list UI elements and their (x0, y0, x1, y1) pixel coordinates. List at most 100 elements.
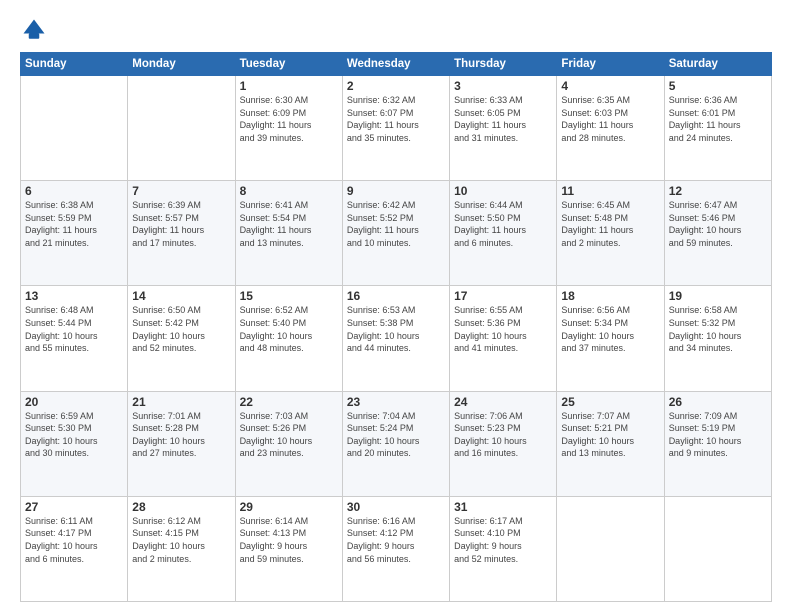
day-info: Sunrise: 6:53 AM Sunset: 5:38 PM Dayligh… (347, 304, 445, 354)
day-info: Sunrise: 6:32 AM Sunset: 6:07 PM Dayligh… (347, 94, 445, 144)
weekday-header-friday: Friday (557, 53, 664, 76)
day-info: Sunrise: 6:56 AM Sunset: 5:34 PM Dayligh… (561, 304, 659, 354)
day-info: Sunrise: 6:38 AM Sunset: 5:59 PM Dayligh… (25, 199, 123, 249)
weekday-header-wednesday: Wednesday (342, 53, 449, 76)
day-info: Sunrise: 7:09 AM Sunset: 5:19 PM Dayligh… (669, 410, 767, 460)
calendar-cell: 18Sunrise: 6:56 AM Sunset: 5:34 PM Dayli… (557, 286, 664, 391)
day-info: Sunrise: 6:41 AM Sunset: 5:54 PM Dayligh… (240, 199, 338, 249)
calendar-cell: 9Sunrise: 6:42 AM Sunset: 5:52 PM Daylig… (342, 181, 449, 286)
day-info: Sunrise: 6:58 AM Sunset: 5:32 PM Dayligh… (669, 304, 767, 354)
day-info: Sunrise: 6:14 AM Sunset: 4:13 PM Dayligh… (240, 515, 338, 565)
weekday-header-tuesday: Tuesday (235, 53, 342, 76)
calendar-cell: 2Sunrise: 6:32 AM Sunset: 6:07 PM Daylig… (342, 76, 449, 181)
day-info: Sunrise: 6:16 AM Sunset: 4:12 PM Dayligh… (347, 515, 445, 565)
header (20, 16, 772, 44)
calendar-table: SundayMondayTuesdayWednesdayThursdayFrid… (20, 52, 772, 602)
day-number: 22 (240, 395, 338, 409)
calendar-cell: 22Sunrise: 7:03 AM Sunset: 5:26 PM Dayli… (235, 391, 342, 496)
calendar-cell: 31Sunrise: 6:17 AM Sunset: 4:10 PM Dayli… (450, 496, 557, 601)
day-info: Sunrise: 7:07 AM Sunset: 5:21 PM Dayligh… (561, 410, 659, 460)
day-info: Sunrise: 6:50 AM Sunset: 5:42 PM Dayligh… (132, 304, 230, 354)
day-info: Sunrise: 7:04 AM Sunset: 5:24 PM Dayligh… (347, 410, 445, 460)
calendar-cell: 21Sunrise: 7:01 AM Sunset: 5:28 PM Dayli… (128, 391, 235, 496)
calendar-cell: 24Sunrise: 7:06 AM Sunset: 5:23 PM Dayli… (450, 391, 557, 496)
day-number: 15 (240, 289, 338, 303)
day-number: 14 (132, 289, 230, 303)
calendar-cell: 7Sunrise: 6:39 AM Sunset: 5:57 PM Daylig… (128, 181, 235, 286)
logo (20, 16, 52, 44)
day-info: Sunrise: 6:59 AM Sunset: 5:30 PM Dayligh… (25, 410, 123, 460)
day-number: 29 (240, 500, 338, 514)
day-info: Sunrise: 6:48 AM Sunset: 5:44 PM Dayligh… (25, 304, 123, 354)
calendar-cell: 15Sunrise: 6:52 AM Sunset: 5:40 PM Dayli… (235, 286, 342, 391)
day-number: 26 (669, 395, 767, 409)
day-info: Sunrise: 6:35 AM Sunset: 6:03 PM Dayligh… (561, 94, 659, 144)
calendar-cell: 4Sunrise: 6:35 AM Sunset: 6:03 PM Daylig… (557, 76, 664, 181)
day-info: Sunrise: 6:52 AM Sunset: 5:40 PM Dayligh… (240, 304, 338, 354)
calendar-cell: 27Sunrise: 6:11 AM Sunset: 4:17 PM Dayli… (21, 496, 128, 601)
week-row-3: 13Sunrise: 6:48 AM Sunset: 5:44 PM Dayli… (21, 286, 772, 391)
week-row-5: 27Sunrise: 6:11 AM Sunset: 4:17 PM Dayli… (21, 496, 772, 601)
weekday-header-thursday: Thursday (450, 53, 557, 76)
calendar-cell: 16Sunrise: 6:53 AM Sunset: 5:38 PM Dayli… (342, 286, 449, 391)
day-info: Sunrise: 6:30 AM Sunset: 6:09 PM Dayligh… (240, 94, 338, 144)
day-number: 1 (240, 79, 338, 93)
calendar-cell: 19Sunrise: 6:58 AM Sunset: 5:32 PM Dayli… (664, 286, 771, 391)
calendar-cell: 25Sunrise: 7:07 AM Sunset: 5:21 PM Dayli… (557, 391, 664, 496)
day-number: 20 (25, 395, 123, 409)
day-info: Sunrise: 7:01 AM Sunset: 5:28 PM Dayligh… (132, 410, 230, 460)
calendar-cell: 3Sunrise: 6:33 AM Sunset: 6:05 PM Daylig… (450, 76, 557, 181)
calendar-cell: 26Sunrise: 7:09 AM Sunset: 5:19 PM Dayli… (664, 391, 771, 496)
day-info: Sunrise: 7:06 AM Sunset: 5:23 PM Dayligh… (454, 410, 552, 460)
day-number: 28 (132, 500, 230, 514)
calendar-cell: 8Sunrise: 6:41 AM Sunset: 5:54 PM Daylig… (235, 181, 342, 286)
logo-icon (20, 16, 48, 44)
day-number: 6 (25, 184, 123, 198)
calendar-cell (21, 76, 128, 181)
day-number: 5 (669, 79, 767, 93)
day-info: Sunrise: 6:44 AM Sunset: 5:50 PM Dayligh… (454, 199, 552, 249)
day-number: 16 (347, 289, 445, 303)
calendar-cell: 11Sunrise: 6:45 AM Sunset: 5:48 PM Dayli… (557, 181, 664, 286)
week-row-1: 1Sunrise: 6:30 AM Sunset: 6:09 PM Daylig… (21, 76, 772, 181)
calendar-cell: 29Sunrise: 6:14 AM Sunset: 4:13 PM Dayli… (235, 496, 342, 601)
day-number: 11 (561, 184, 659, 198)
weekday-header-saturday: Saturday (664, 53, 771, 76)
day-info: Sunrise: 6:45 AM Sunset: 5:48 PM Dayligh… (561, 199, 659, 249)
day-info: Sunrise: 6:17 AM Sunset: 4:10 PM Dayligh… (454, 515, 552, 565)
day-number: 10 (454, 184, 552, 198)
day-number: 13 (25, 289, 123, 303)
day-info: Sunrise: 6:42 AM Sunset: 5:52 PM Dayligh… (347, 199, 445, 249)
day-info: Sunrise: 6:55 AM Sunset: 5:36 PM Dayligh… (454, 304, 552, 354)
day-number: 4 (561, 79, 659, 93)
weekday-header-monday: Monday (128, 53, 235, 76)
calendar-cell (664, 496, 771, 601)
calendar-cell (557, 496, 664, 601)
day-number: 12 (669, 184, 767, 198)
day-number: 9 (347, 184, 445, 198)
calendar-cell: 14Sunrise: 6:50 AM Sunset: 5:42 PM Dayli… (128, 286, 235, 391)
weekday-header-row: SundayMondayTuesdayWednesdayThursdayFrid… (21, 53, 772, 76)
day-number: 19 (669, 289, 767, 303)
day-info: Sunrise: 6:39 AM Sunset: 5:57 PM Dayligh… (132, 199, 230, 249)
day-number: 27 (25, 500, 123, 514)
page: SundayMondayTuesdayWednesdayThursdayFrid… (0, 0, 792, 612)
day-number: 7 (132, 184, 230, 198)
week-row-2: 6Sunrise: 6:38 AM Sunset: 5:59 PM Daylig… (21, 181, 772, 286)
day-number: 3 (454, 79, 552, 93)
calendar-cell: 23Sunrise: 7:04 AM Sunset: 5:24 PM Dayli… (342, 391, 449, 496)
calendar-cell: 20Sunrise: 6:59 AM Sunset: 5:30 PM Dayli… (21, 391, 128, 496)
calendar-cell: 6Sunrise: 6:38 AM Sunset: 5:59 PM Daylig… (21, 181, 128, 286)
day-info: Sunrise: 7:03 AM Sunset: 5:26 PM Dayligh… (240, 410, 338, 460)
day-info: Sunrise: 6:47 AM Sunset: 5:46 PM Dayligh… (669, 199, 767, 249)
day-number: 17 (454, 289, 552, 303)
day-number: 30 (347, 500, 445, 514)
calendar-cell: 17Sunrise: 6:55 AM Sunset: 5:36 PM Dayli… (450, 286, 557, 391)
calendar-cell: 5Sunrise: 6:36 AM Sunset: 6:01 PM Daylig… (664, 76, 771, 181)
day-number: 23 (347, 395, 445, 409)
calendar-cell: 12Sunrise: 6:47 AM Sunset: 5:46 PM Dayli… (664, 181, 771, 286)
calendar-cell: 13Sunrise: 6:48 AM Sunset: 5:44 PM Dayli… (21, 286, 128, 391)
day-number: 8 (240, 184, 338, 198)
calendar-cell: 10Sunrise: 6:44 AM Sunset: 5:50 PM Dayli… (450, 181, 557, 286)
day-number: 24 (454, 395, 552, 409)
